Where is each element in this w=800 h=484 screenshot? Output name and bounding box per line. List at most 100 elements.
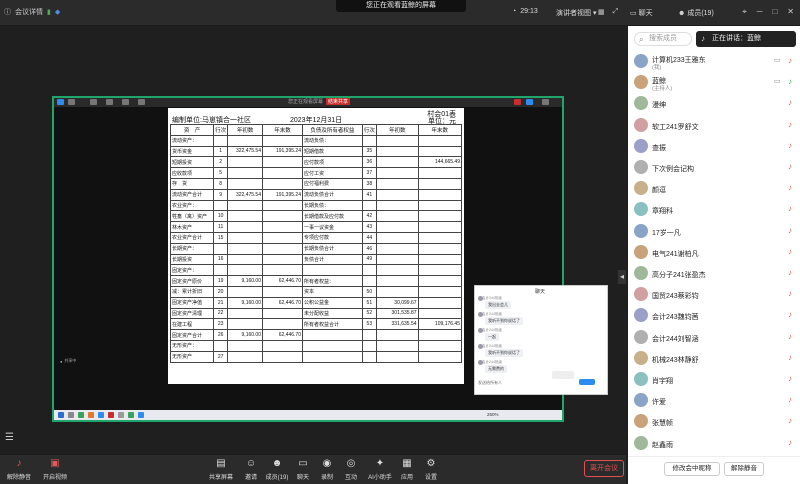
table-row: 减：累计折旧 20 资本 50 [169,285,463,298]
table-cell: 62,446.70 [262,275,303,287]
rename-button[interactable]: 修改会中昵称 [664,462,720,476]
balance-sheet-document: 村会01表 单位：元 编制单位:马崽镇合一社区 2023年12月31日 资 产行… [168,108,464,384]
toolbar-icon[interactable] [122,99,129,105]
video-button[interactable]: ▣ 开启视频 [38,458,72,481]
list-item[interactable]: 会计243魏钧茜 ♪ [628,306,800,326]
list-item[interactable]: 电气241谢柏凡 ♪ [628,243,800,263]
close-icon[interactable]: ✕ [787,7,794,17]
table-row: 在建工程 23 所有者权益合计 53 331,635.54 109,176.45 [169,318,463,331]
list-item[interactable]: 蓝鲸 (主持人) ▭ ♪ [628,73,800,93]
table-cell [375,156,419,169]
list-item[interactable]: 查振 ♪ [628,137,800,157]
mic-on-icon: ♪ [788,77,792,87]
list-item[interactable]: 软工241罗舒文 ♪ [628,116,800,136]
taskbar-app-icon [78,412,84,418]
toolbar-icon[interactable] [106,99,113,105]
table-cell [301,329,363,341]
list-item[interactable]: 计算机233王雅东 (我) ▭ ♪ [628,52,800,72]
table-cell: 长期投资 [169,253,215,266]
taskbar-app-icon [108,412,114,418]
unmute-all-button[interactable]: 解除静音 [724,462,764,476]
list-item[interactable]: 章翔科 ♪ [628,200,800,220]
tab-chat[interactable]: ▭ 聊天 [630,8,653,18]
list-item[interactable]: 肖宇翔 ♪ [628,370,800,390]
member-search-input[interactable]: ⌕ 搜索成员 [634,32,692,46]
table-cell [262,350,303,363]
toolbar-icon[interactable] [90,99,97,105]
share-screen-button[interactable]: ▤ 共享屏幕 [204,458,238,481]
mic-off-icon: ♪ [788,204,792,214]
interact-icon: ◎ [346,458,356,469]
list-icon[interactable]: ☰ [5,432,14,443]
table-cell [227,221,263,233]
settings-button[interactable]: ⚙ 设置 [416,458,446,481]
table-cell: 减：累计折旧 [169,285,215,298]
member-name: 漫绅 [652,102,666,110]
view-mode-button[interactable]: 演讲者视图 ▾ [556,8,596,18]
member-role: (我) [652,65,662,71]
table-cell [417,253,463,266]
mic-off-icon: ♪ [788,98,792,108]
members-label: 成员(19) [265,475,289,481]
toolbar-icon[interactable] [542,99,549,105]
video-label: 开启视频 [42,475,67,481]
pin-icon[interactable]: ⌖ [742,7,747,17]
grid-icon[interactable]: ▦ [598,8,605,16]
leave-meeting-button[interactable]: 离开会议 [584,460,624,477]
maximize-icon[interactable]: □ [772,7,777,17]
tab-members[interactable]: ☻ 成员(19) [678,8,714,18]
list-item[interactable]: 颜逗 ♪ [628,179,800,199]
chat-message-text: 一起 [485,333,499,341]
table-cell: 20 [213,285,229,298]
table-cell: 51 [361,296,377,309]
meeting-info[interactable]: ⓘ 会议详情 ▮ ◆ [4,7,60,17]
video-stage: 您正在观看屏幕 结束共享 村会01表 单位：元 编制单位:马崽镇合一社区 202… [0,26,626,454]
table-cell [227,156,263,169]
mute-button[interactable]: ♪ 解除静音 [2,458,36,481]
list-item[interactable]: 张慧帧 ♪ [628,412,800,432]
avatar [634,181,648,196]
app-window-controls: ⌖ ─ □ ✕ [742,7,794,17]
list-item[interactable]: 17岁一凡 ♪ [628,222,800,242]
table-cell: 43 [361,221,377,233]
table-cell [301,339,363,352]
list-item[interactable]: 机械243林静舒 ♪ [628,349,800,369]
table-cell: 固定资产净值 [169,296,215,309]
minimize-icon[interactable]: ─ [757,7,763,17]
search-placeholder: 搜索成员 [649,35,677,42]
record-icon[interactable] [514,99,521,105]
meeting-info-label: 会议详情 [15,9,43,16]
shared-screen[interactable]: 您正在观看屏幕 结束共享 村会01表 单位：元 编制单位:马崽镇合一社区 202… [52,96,608,422]
toolbar-icon[interactable] [526,99,533,105]
fullscreen-icon[interactable]: ⤢ [613,8,619,16]
list-item[interactable]: 赵鑫雨 ♪ [628,434,800,454]
table-cell: 144,665.49 [417,156,463,169]
table-cell [375,145,419,158]
avatar [634,393,648,408]
collapse-panel-icon[interactable]: ◂ [618,270,626,284]
list-item[interactable]: 高分子241张盈杰 ♪ [628,264,800,284]
list-item[interactable]: 国贸243蔡彩钧 ♪ [628,285,800,305]
table-cell: 322,475.54 [227,145,263,158]
annotate-icon[interactable] [68,99,75,105]
share-status-pill: ● 共享中 [60,358,76,364]
table-cell [227,242,263,255]
mic-off-icon: ♪ [788,225,792,235]
list-item[interactable]: 许爱 ♪ [628,391,800,411]
table-cell [375,275,419,287]
table-cell [417,350,463,363]
chat-message-text: 无需费的 [485,365,507,373]
member-name: 肖宇翔 [652,378,673,385]
speaking-label: 正在讲话：蓝鲸 [712,35,761,42]
table-row: 牲畜（禽）资产 10 长期借款及应付款 42 [169,210,463,223]
list-item[interactable]: 会计244刘智涵 ♪ [628,328,800,348]
table-cell [417,275,463,287]
stop-share-tag[interactable]: 结束共享 [326,98,351,105]
list-item[interactable]: 下次例会记构 ♪ [628,158,800,178]
table-cell [361,134,377,147]
mic-off-icon: ♪ [16,458,22,469]
table-cell [375,231,419,244]
toolbar-icon[interactable] [138,99,145,105]
share-app-icon[interactable] [57,99,64,105]
list-item[interactable]: 漫绅 ♪ [628,94,800,114]
